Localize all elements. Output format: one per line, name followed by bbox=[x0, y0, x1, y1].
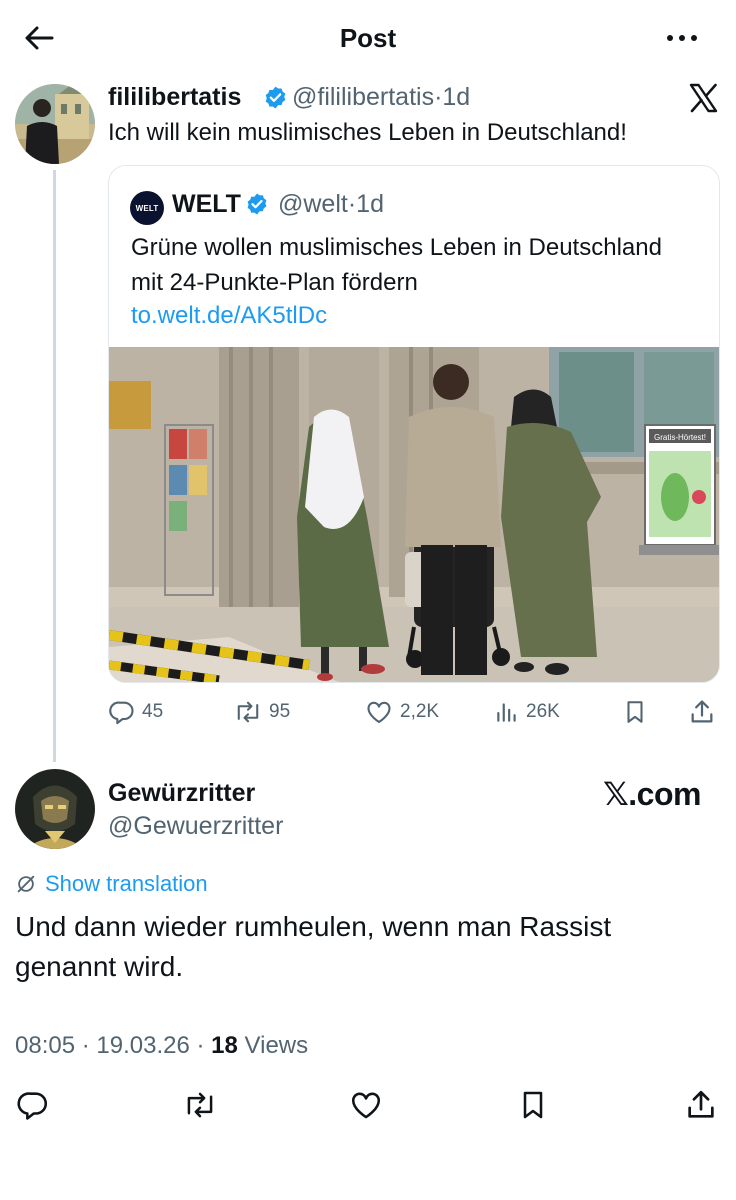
heart-icon bbox=[367, 701, 391, 723]
avatar[interactable] bbox=[15, 84, 95, 164]
bookmark-icon bbox=[627, 701, 643, 723]
quoted-post-text: Grüne wollen muslimisches Leben in Deuts… bbox=[131, 234, 662, 296]
reply-icon bbox=[17, 1092, 48, 1120]
avatar[interactable] bbox=[15, 769, 95, 849]
bookmark-button[interactable] bbox=[622, 697, 648, 727]
post-date: 19.03.26 bbox=[96, 1032, 190, 1059]
quoted-author-handle: @welt·1d bbox=[278, 190, 384, 218]
share-button[interactable] bbox=[688, 697, 716, 727]
like-button[interactable]: 2,2K bbox=[364, 697, 439, 727]
repost-button[interactable] bbox=[182, 1088, 216, 1122]
share-icon bbox=[691, 700, 713, 723]
post-text: Ich will kein muslimisches Leben in Deut… bbox=[108, 119, 627, 146]
like-button[interactable] bbox=[348, 1088, 382, 1122]
repost-count: 95 bbox=[269, 701, 291, 722]
bookmark-button[interactable] bbox=[517, 1088, 551, 1122]
more-button[interactable] bbox=[662, 22, 702, 54]
like-count: 2,2K bbox=[400, 701, 440, 722]
view-count: 18 bbox=[211, 1032, 238, 1059]
bookmark-icon bbox=[523, 1091, 543, 1119]
x-com-watermark: 𝕏.com bbox=[603, 776, 701, 812]
translate-icon bbox=[17, 875, 35, 893]
author-handle: @fililibertatis·1d bbox=[292, 83, 471, 111]
quoted-post-link[interactable]: to.welt.de/AK5tlDc bbox=[131, 300, 327, 332]
show-translation-link[interactable]: Show translation bbox=[15, 870, 208, 898]
reply-text: Und dann wieder rumheulen, wenn man Rass… bbox=[15, 911, 612, 982]
verified-badge-icon bbox=[245, 192, 269, 216]
quoted-post-image[interactable]: Gratis-Hörtest! bbox=[109, 347, 719, 682]
repost-icon bbox=[237, 701, 259, 723]
post-time: 08:05 bbox=[15, 1032, 76, 1059]
thread-line bbox=[53, 170, 56, 762]
analytics-icon bbox=[497, 703, 516, 722]
share-icon bbox=[688, 1090, 714, 1118]
reply-author-name[interactable]: Gewürzritter bbox=[108, 778, 255, 808]
more-horizontal-icon bbox=[667, 35, 697, 41]
post-metadata: 08:05 · 19.03.26 · 18 Views bbox=[15, 1032, 309, 1059]
welt-logo: WELT bbox=[130, 191, 164, 225]
share-button[interactable] bbox=[684, 1088, 718, 1122]
reply-count: 45 bbox=[142, 701, 164, 722]
x-logo-icon bbox=[688, 82, 720, 114]
page-title: Post bbox=[339, 23, 397, 53]
image-sign-text: Gratis-Hörtest! bbox=[654, 433, 706, 442]
repost-icon bbox=[187, 1092, 213, 1118]
reply-button[interactable]: 45 bbox=[108, 697, 163, 727]
repost-button[interactable]: 95 bbox=[233, 697, 290, 727]
reply-icon bbox=[109, 701, 134, 725]
reply-author-handle: @Gewuerzritter bbox=[108, 812, 284, 840]
reply-button[interactable] bbox=[16, 1088, 50, 1122]
quoted-author-name[interactable]: WELT bbox=[172, 189, 241, 219]
show-translation-label: Show translation bbox=[45, 871, 208, 896]
verified-badge-icon bbox=[263, 85, 288, 110]
views-label: Views bbox=[244, 1032, 309, 1059]
views-count: 26K bbox=[526, 701, 560, 722]
author-name[interactable]: fililibertatis bbox=[108, 82, 241, 112]
heart-icon bbox=[351, 1092, 381, 1119]
views-button[interactable]: 26K bbox=[494, 697, 560, 727]
